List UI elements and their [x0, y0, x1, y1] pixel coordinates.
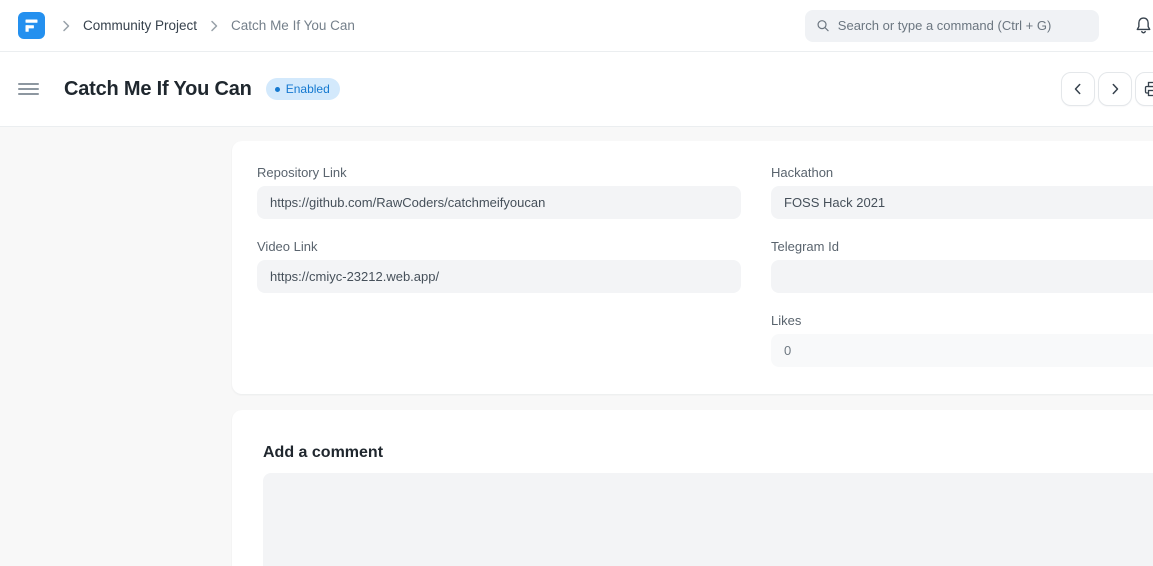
chevron-left-icon — [1069, 80, 1087, 98]
chevron-right-icon — [209, 20, 219, 32]
next-document-button[interactable] — [1098, 72, 1132, 106]
chevron-right-icon — [1106, 80, 1124, 98]
chevron-right-icon — [61, 20, 71, 32]
status-badge: Enabled — [266, 78, 340, 100]
sidebar-toggle-button[interactable] — [18, 80, 39, 98]
previous-document-button[interactable] — [1061, 72, 1095, 106]
status-badge-label: Enabled — [286, 82, 330, 96]
form-section-card: Repository Link Video Link Hackathon Tel… — [232, 141, 1153, 394]
comments-section-card: Add a comment — [232, 410, 1153, 566]
global-search[interactable] — [805, 10, 1099, 42]
video-link-input[interactable] — [257, 260, 741, 293]
hamburger-icon — [18, 83, 39, 85]
likes-label: Likes — [771, 313, 1153, 328]
breadcrumb-community-project[interactable]: Community Project — [83, 18, 197, 33]
form-body: Repository Link Video Link Hackathon Tel… — [0, 127, 1153, 566]
field-hackathon: Hackathon — [771, 165, 1153, 219]
hackathon-label: Hackathon — [771, 165, 1153, 180]
hackathon-input[interactable] — [771, 186, 1153, 219]
status-dot-icon — [275, 87, 280, 92]
page-title: Catch Me If You Can — [64, 78, 252, 101]
comment-input[interactable] — [263, 473, 1153, 566]
notifications-button[interactable] — [1134, 16, 1153, 36]
search-icon — [816, 18, 830, 33]
field-telegram-id: Telegram Id — [771, 239, 1153, 293]
printer-icon — [1143, 80, 1153, 98]
navbar: Community Project Catch Me If You Can — [0, 0, 1153, 52]
bell-icon — [1134, 16, 1153, 36]
breadcrumb-current-doc[interactable]: Catch Me If You Can — [231, 18, 355, 33]
form-grid: Repository Link Video Link Hackathon Tel… — [257, 165, 1153, 387]
add-comment-heading: Add a comment — [263, 444, 1153, 462]
video-link-label: Video Link — [257, 239, 741, 254]
field-video-link: Video Link — [257, 239, 741, 293]
page-header: Catch Me If You Can Enabled — [0, 52, 1153, 127]
form-column-left: Repository Link Video Link — [257, 165, 741, 313]
frappe-logo[interactable] — [18, 12, 45, 39]
app-window: Community Project Catch Me If You Can Ca… — [0, 0, 1153, 566]
repository-link-label: Repository Link — [257, 165, 741, 180]
field-likes: Likes — [771, 313, 1153, 367]
header-actions — [1061, 72, 1153, 106]
search-input[interactable] — [838, 18, 1088, 33]
telegram-id-input[interactable] — [771, 260, 1153, 293]
form-column-right: Hackathon Telegram Id Likes — [771, 165, 1153, 387]
frappe-logo-icon — [18, 12, 45, 39]
field-repository-link: Repository Link — [257, 165, 741, 219]
print-button[interactable] — [1135, 72, 1153, 106]
telegram-id-label: Telegram Id — [771, 239, 1153, 254]
likes-input[interactable] — [771, 334, 1153, 367]
repository-link-input[interactable] — [257, 186, 741, 219]
